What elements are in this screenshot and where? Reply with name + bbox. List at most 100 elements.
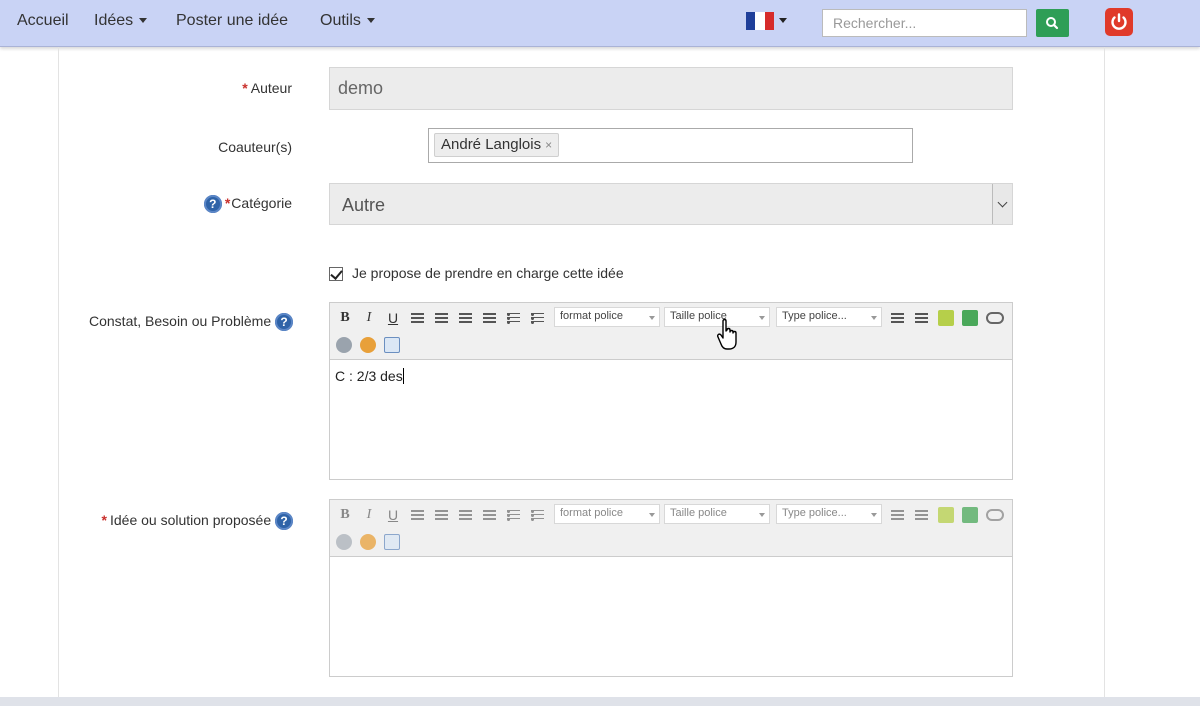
- align-left-icon: [410, 313, 424, 323]
- help-icon[interactable]: ?: [275, 512, 293, 531]
- search-input[interactable]: [822, 9, 1027, 37]
- nav-ideas-label: Idées: [94, 12, 134, 29]
- numbered-list-icon: [506, 510, 520, 521]
- indent-button[interactable]: [912, 309, 930, 327]
- outdent-button[interactable]: [888, 309, 906, 327]
- editor-toolbar: B I U format police Taille police Type p…: [330, 303, 1012, 360]
- chevron-down-icon: [997, 197, 1008, 208]
- category-label: Catégorie: [231, 195, 292, 211]
- content-right-border: [1104, 47, 1105, 706]
- bold-button[interactable]: B: [336, 506, 354, 524]
- constat-label-group: Constat, Besoin ou Problème ?: [60, 313, 293, 332]
- author-label-group: * Auteur: [200, 80, 292, 96]
- required-mark: *: [242, 80, 248, 96]
- constat-editor-body[interactable]: C : 2/3 des: [330, 360, 1012, 392]
- source-code-icon[interactable]: [336, 534, 352, 550]
- solution-editor-body[interactable]: [330, 557, 1012, 673]
- align-right-icon: [458, 510, 472, 520]
- help-icon[interactable]: ?: [203, 195, 222, 214]
- bold-button[interactable]: B: [336, 309, 354, 327]
- logout-button[interactable]: [1105, 8, 1133, 36]
- unlink-icon[interactable]: [986, 509, 1004, 521]
- language-chevron-down-icon[interactable]: [779, 18, 787, 23]
- text-cursor: [402, 368, 404, 384]
- bullet-list-icon: [530, 510, 544, 521]
- color-palette-icon[interactable]: [360, 337, 376, 353]
- constat-content: C : 2/3 des: [335, 368, 403, 384]
- font-type-select[interactable]: Type police...: [776, 307, 882, 327]
- take-charge-checkbox[interactable]: [329, 267, 343, 281]
- numbered-list-button[interactable]: [504, 506, 522, 524]
- insert-link-icon[interactable]: [962, 507, 978, 523]
- coauthors-input[interactable]: André Langlois ×: [428, 128, 913, 163]
- color-palette-icon[interactable]: [360, 534, 376, 550]
- insert-link-icon[interactable]: [962, 310, 978, 326]
- content-left-border: [58, 47, 59, 706]
- indent-icon: [914, 313, 928, 323]
- required-mark: *: [101, 512, 107, 528]
- format-font-select[interactable]: format police: [554, 504, 660, 524]
- france-flag-icon[interactable]: [746, 12, 774, 30]
- font-size-label: Taille police: [670, 507, 727, 519]
- hand-cursor-icon: [717, 318, 737, 350]
- chevron-down-icon: [366, 18, 375, 24]
- outdent-icon: [890, 313, 904, 323]
- source-code-icon[interactable]: [336, 337, 352, 353]
- numbered-list-button[interactable]: [504, 309, 522, 327]
- outdent-button[interactable]: [888, 506, 906, 524]
- search-icon: [1046, 17, 1059, 30]
- align-right-button[interactable]: [456, 506, 474, 524]
- align-center-icon: [434, 510, 448, 520]
- category-select[interactable]: Autre: [329, 183, 1013, 225]
- italic-button[interactable]: I: [360, 309, 378, 327]
- coauthor-tag: André Langlois ×: [434, 133, 560, 157]
- outdent-icon: [890, 510, 904, 520]
- bottom-bar: [0, 697, 1200, 706]
- top-navbar: Accueil Idées Poster une idée Outils: [0, 0, 1200, 47]
- indent-button[interactable]: [912, 506, 930, 524]
- font-type-label: Type police...: [782, 507, 847, 519]
- font-type-select[interactable]: Type police...: [776, 504, 882, 524]
- select-arrow[interactable]: [992, 184, 1012, 224]
- italic-button[interactable]: I: [360, 506, 378, 524]
- constat-label: Constat, Besoin ou Problème: [89, 313, 272, 329]
- format-font-label: format police: [560, 507, 623, 519]
- insert-image-icon[interactable]: [384, 337, 400, 353]
- bullet-list-button[interactable]: [528, 506, 546, 524]
- align-left-icon: [410, 510, 424, 520]
- justify-button[interactable]: [480, 506, 498, 524]
- nav-post-idea[interactable]: Poster une idée: [176, 12, 288, 30]
- align-left-button[interactable]: [408, 309, 426, 327]
- align-center-button[interactable]: [432, 506, 450, 524]
- align-left-button[interactable]: [408, 506, 426, 524]
- highlight-icon[interactable]: [938, 507, 954, 523]
- nav-ideas-menu[interactable]: Idées: [94, 12, 148, 30]
- underline-button[interactable]: U: [384, 506, 402, 524]
- align-right-button[interactable]: [456, 309, 474, 327]
- insert-image-icon[interactable]: [384, 534, 400, 550]
- justify-icon: [482, 510, 496, 520]
- font-size-select[interactable]: Taille police: [664, 504, 770, 524]
- nav-tools-menu[interactable]: Outils: [320, 12, 375, 30]
- font-type-label: Type police...: [782, 310, 847, 322]
- chevron-down-icon: [871, 513, 877, 517]
- help-icon[interactable]: ?: [275, 313, 293, 332]
- constat-editor: B I U format police Taille police Type p…: [329, 302, 1013, 480]
- underline-button[interactable]: U: [384, 309, 402, 327]
- chevron-down-icon: [649, 316, 655, 320]
- justify-button[interactable]: [480, 309, 498, 327]
- align-center-button[interactable]: [432, 309, 450, 327]
- coauthor-tag-label: André Langlois: [441, 136, 542, 153]
- coauthors-label: Coauteur(s): [218, 139, 292, 155]
- remove-tag-icon[interactable]: ×: [545, 138, 552, 152]
- format-font-label: format police: [560, 310, 623, 322]
- chevron-down-icon: [759, 316, 765, 320]
- nav-home[interactable]: Accueil: [17, 12, 69, 30]
- bullet-list-button[interactable]: [528, 309, 546, 327]
- author-label: Auteur: [250, 80, 292, 96]
- highlight-icon[interactable]: [938, 310, 954, 326]
- align-right-icon: [458, 313, 472, 323]
- unlink-icon[interactable]: [986, 312, 1004, 324]
- format-font-select[interactable]: format police: [554, 307, 660, 327]
- search-button[interactable]: [1036, 9, 1069, 37]
